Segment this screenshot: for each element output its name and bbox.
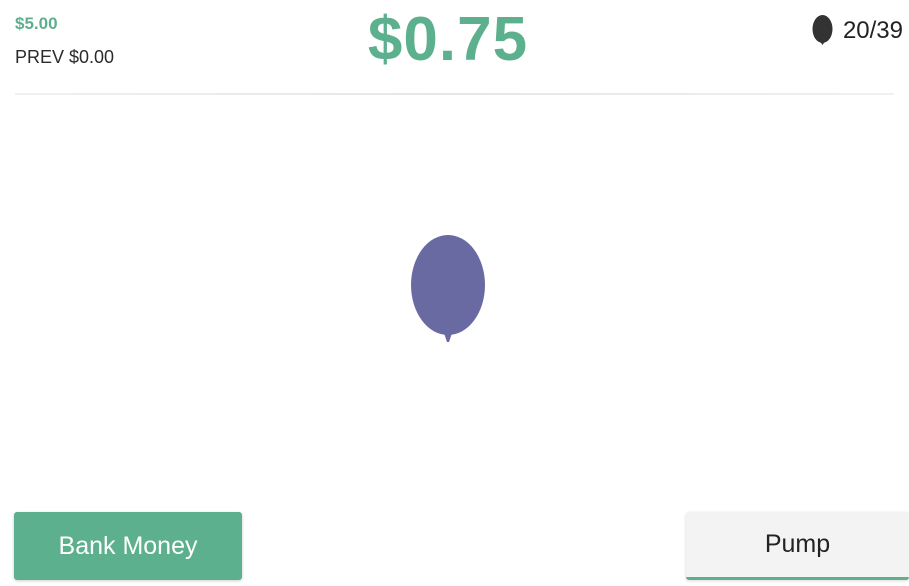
balloon-game: $5.00 PREV $0.00 $0.75 20/39 Bank Money … [0,0,909,586]
balloon-counter-text: 20/39 [842,17,903,44]
header-divider [15,93,894,95]
pump-button[interactable]: Pump [686,512,909,580]
balloon-counter: 20/39 [812,14,903,48]
balloon-icon [812,15,833,45]
bank-money-button[interactable]: Bank Money [14,512,242,580]
current-balloon-amount: $0.75 [367,5,529,74]
balloon [411,235,485,342]
